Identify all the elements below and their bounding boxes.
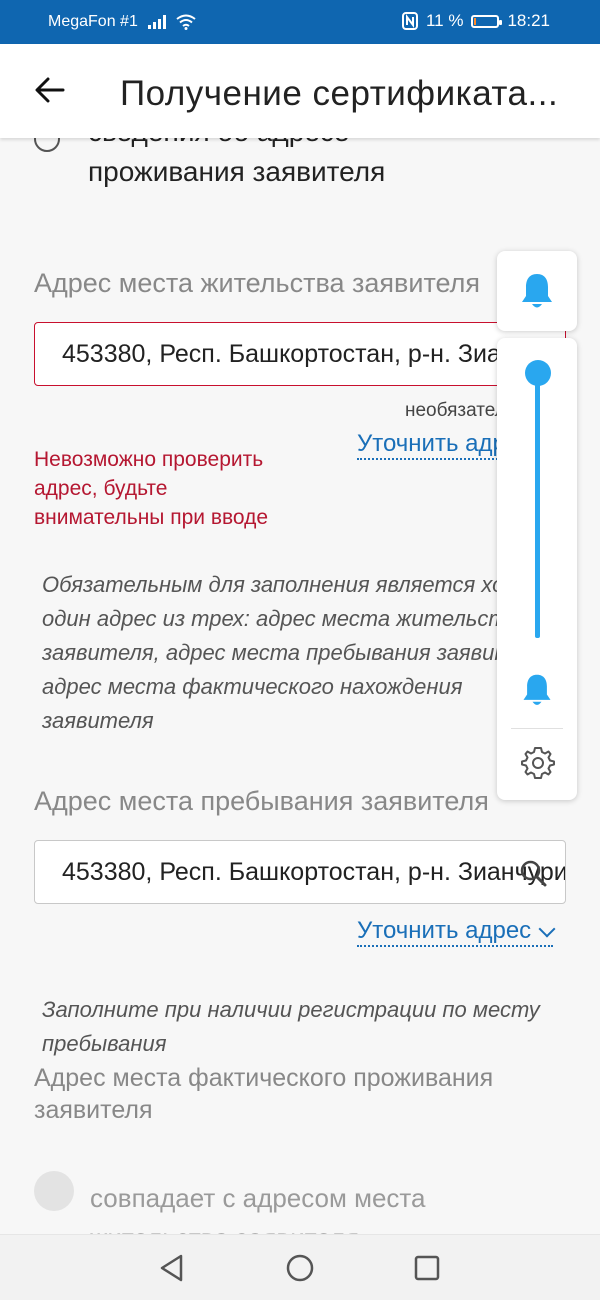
actual-address-label: Адрес места фактического проживания заяв… [34,1064,494,1124]
nav-back-icon[interactable] [157,1253,187,1283]
app-header: Получение сертификата... [0,44,600,138]
address-info-text-top: сведения об адресе [88,138,350,148]
bell-icon [522,274,552,308]
back-button[interactable] [28,68,72,112]
address-error-message: Невозможно проверить адрес, будьте внима… [34,448,269,529]
nav-recents-icon[interactable] [412,1253,442,1283]
same-address-label: совпадает с адресом места жительства зая… [90,1183,426,1234]
residence-address-label: Адрес места жительства заявителя [34,268,481,298]
bell-icon[interactable] [519,672,555,708]
system-nav-bar [0,1234,600,1300]
search-icon[interactable] [519,859,547,887]
residence-address-input[interactable]: 453380, Респ. Башкортостан, р-н. Зианчур… [34,322,566,386]
required-address-hint: Обязательным для заполнения является хот… [42,572,569,733]
radio-address-info[interactable] [34,138,60,152]
notification-button[interactable] [497,251,577,331]
same-address-radio[interactable] [34,1171,74,1211]
stay-address-label: Адрес места пребывания заявителя [34,786,489,816]
signal-icon [147,15,166,29]
chevron-down-icon [538,920,556,938]
address-info-text: проживания заявителя [88,156,386,187]
nfc-icon [401,12,418,30]
stay-address-hint: Заполните при наличии регистрации по мес… [42,997,540,1056]
residence-address-value: 453380, Респ. Башкортостан, р-н. Зианчур… [62,339,565,368]
widget-divider [511,728,563,729]
stay-address-input[interactable]: 453380, Респ. Башкортостан, р-н. Зианчур… [34,840,566,904]
nav-home-icon[interactable] [285,1253,315,1283]
page-title: Получение сертификата... [120,74,559,113]
carrier-name: MegaFon #1 [48,13,138,30]
arrow-left-icon [35,77,65,103]
wifi-icon [176,14,196,30]
volume-slider-track[interactable] [535,370,540,638]
battery-icon [471,14,503,28]
clarify-link-text: Уточнить адрес [357,917,532,944]
volume-slider-handle[interactable] [525,360,551,386]
status-bar: MegaFon #1 11 % 18:21 [0,0,600,44]
battery-percent: 11 % [425,11,464,30]
clarify-stay-address-link[interactable]: Уточнить адрес [357,917,556,947]
stay-address-value: 453380, Респ. Башкортостан, р-н. Зианчур… [62,857,565,886]
volume-panel [497,338,577,800]
clock: 18:21 [507,11,550,30]
gear-icon[interactable] [521,746,555,780]
